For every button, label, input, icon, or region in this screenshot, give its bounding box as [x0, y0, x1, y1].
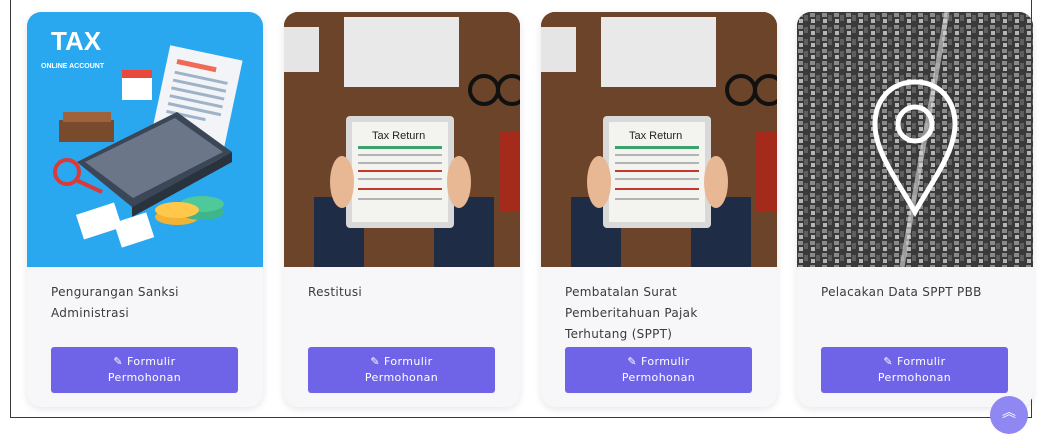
city-map-photo [797, 12, 1033, 267]
pencil-icon: ✎ [627, 355, 638, 368]
pencil-icon: ✎ [370, 355, 381, 368]
card-title-line: Terhutang (SPPT) [565, 327, 673, 341]
card-title-line: Restitusi [308, 285, 363, 299]
card-title-line: Administrasi [51, 306, 130, 320]
button-label-line2: Permohonan [364, 371, 439, 384]
card-title-line: Pemberitahuan Pajak [565, 306, 698, 320]
tax-return-image: Tax Return [284, 12, 520, 267]
form-title: Tax Return [372, 130, 425, 142]
formulir-permohonan-button[interactable]: ✎ Formulir Permohonan [565, 347, 752, 393]
button-label-line1: Formulir [384, 355, 433, 368]
tax-illustration: TAX ONLINE ACCOUNT [41, 26, 243, 248]
tax-subline: ONLINE ACCOUNT [41, 63, 105, 70]
card-title-line: Pembatalan Surat [565, 285, 678, 299]
service-card: TAX ONLINE ACCOUNT Pengurangan Sanksi Ad… [27, 12, 263, 407]
tax-return-image: Tax Return [541, 12, 777, 267]
button-label-line2: Permohonan [107, 371, 182, 384]
tax-online-account-illustration: TAX ONLINE ACCOUNT [27, 12, 263, 267]
pencil-icon: ✎ [113, 355, 124, 368]
button-label-line1: Formulir [127, 355, 176, 368]
chevron-double-up-icon: ︽ [1002, 405, 1016, 421]
tax-headline: TAX [51, 26, 102, 56]
service-card: Tax Return Pembatalan Surat Pemberitahua… [541, 12, 777, 407]
card-title: Pelacakan Data SPPT PBB [821, 282, 1011, 303]
formulir-permohonan-button[interactable]: ✎ Formulir Permohonan [308, 347, 495, 393]
scroll-to-top-button[interactable]: ︽ [990, 396, 1028, 434]
card-title-line: Pelacakan Data SPPT PBB [821, 285, 982, 299]
button-label-line1: Formulir [641, 355, 690, 368]
card-title-line: Pengurangan Sanksi [51, 285, 179, 299]
tax-return-photo: Tax Return [541, 12, 777, 267]
button-label-line1: Formulir [897, 355, 946, 368]
location-image [797, 12, 1033, 267]
service-card: Tax Return Restitusi ✎ Formulir Permohona… [284, 12, 520, 407]
card-title: Pengurangan Sanksi Administrasi [51, 282, 241, 324]
card-grid: TAX ONLINE ACCOUNT Pengurangan Sanksi Ad… [10, 0, 1033, 418]
card-title: Restitusi [308, 282, 498, 303]
tax-return-photo: Tax Return [284, 12, 520, 267]
card-title: Pembatalan Surat Pemberitahuan Pajak Ter… [565, 282, 755, 345]
form-title: Tax Return [629, 130, 682, 142]
formulir-permohonan-button[interactable]: ✎ Formulir Permohonan [821, 347, 1008, 393]
pencil-icon: ✎ [883, 355, 894, 368]
formulir-permohonan-button[interactable]: ✎ Formulir Permohonan [51, 347, 238, 393]
button-label-line2: Permohonan [621, 371, 696, 384]
button-label-line2: Permohonan [877, 371, 952, 384]
service-card: Pelacakan Data SPPT PBB ✎ Formulir Permoh… [797, 12, 1033, 407]
